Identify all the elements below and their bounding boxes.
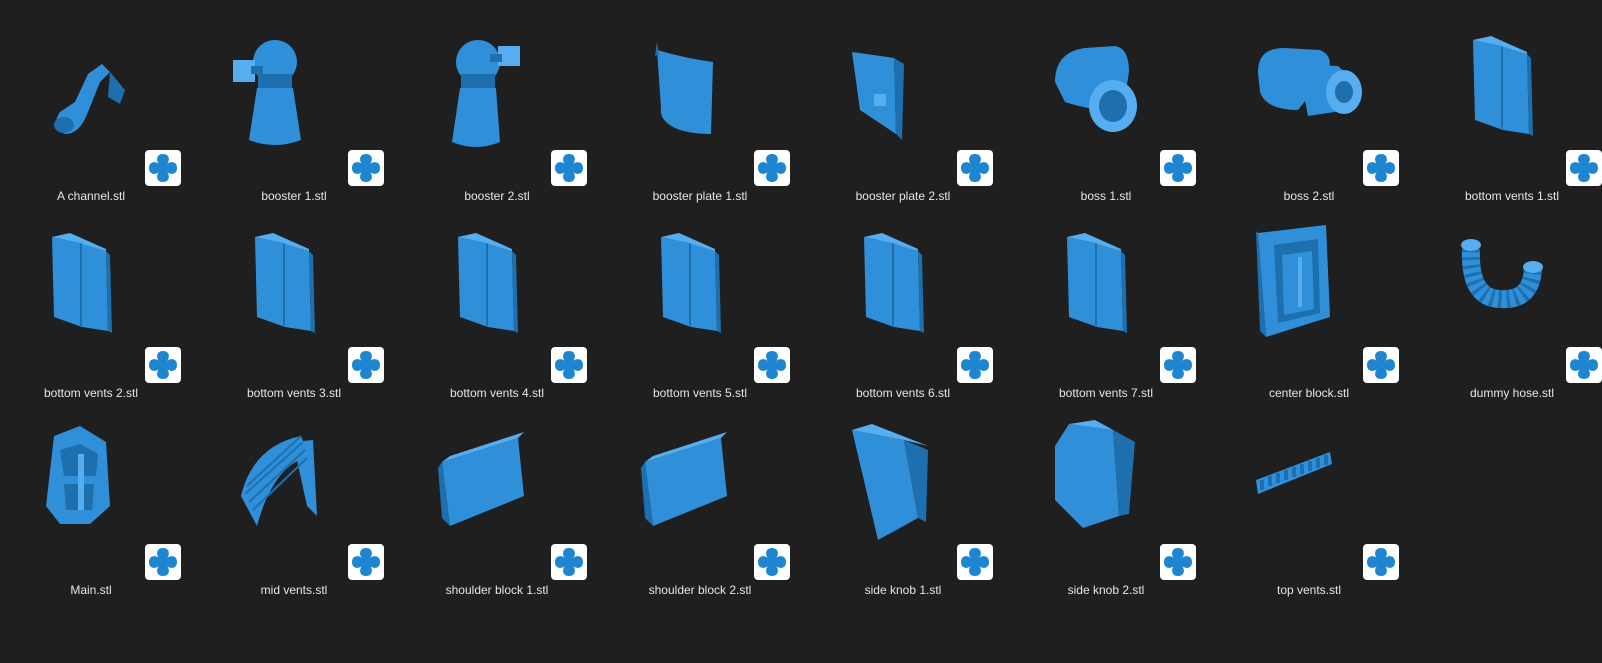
app-clover-icon [551, 150, 587, 186]
file-name: bottom vents 5.stl [652, 386, 748, 400]
file-item[interactable]: bottom vents 4.stl [426, 209, 598, 400]
model-thumbnail [20, 209, 192, 359]
file-item[interactable]: boss 1.stl [1035, 12, 1207, 203]
app-clover-icon [145, 150, 181, 186]
file-item[interactable]: boss 2.stl [1238, 12, 1410, 203]
file-name: bottom vents 3.stl [246, 386, 342, 400]
model-thumbnail [629, 209, 801, 359]
file-name: booster 2.stl [464, 189, 530, 203]
app-clover-icon [1160, 347, 1196, 383]
model-thumbnail [1035, 12, 1207, 162]
model-thumbnail [426, 209, 598, 359]
file-item[interactable]: bottom vents 7.stl [1035, 209, 1207, 400]
file-item[interactable]: booster plate 2.stl [832, 12, 1004, 203]
model-thumbnail [1441, 12, 1602, 162]
app-clover-icon [957, 150, 993, 186]
app-clover-icon [1160, 544, 1196, 580]
model-thumbnail [1238, 12, 1410, 162]
file-name: top vents.stl [1276, 583, 1342, 597]
file-item[interactable]: center block.stl [1238, 209, 1410, 400]
file-name: bottom vents 2.stl [43, 386, 139, 400]
app-clover-icon [1566, 150, 1602, 186]
file-item[interactable]: shoulder block 1.stl [426, 406, 598, 597]
model-thumbnail [426, 12, 598, 162]
file-item[interactable]: bottom vents 3.stl [223, 209, 395, 400]
file-item[interactable]: booster 2.stl [426, 12, 598, 203]
file-item[interactable]: bottom vents 1.stl [1441, 12, 1602, 203]
model-thumbnail [426, 406, 598, 556]
model-thumbnail [1441, 209, 1602, 359]
model-thumbnail [20, 12, 192, 162]
file-name: booster plate 2.stl [855, 189, 951, 203]
file-item[interactable]: booster 1.stl [223, 12, 395, 203]
file-name: boss 2.stl [1283, 189, 1335, 203]
file-name: dummy hose.stl [1469, 386, 1555, 400]
file-grid: A channel.stl booster 1.stl booster 2.st… [0, 0, 1602, 663]
file-name: shoulder block 2.stl [648, 583, 752, 597]
model-thumbnail [223, 406, 395, 556]
app-clover-icon [1363, 544, 1399, 580]
app-clover-icon [1160, 150, 1196, 186]
app-clover-icon [1363, 150, 1399, 186]
model-thumbnail [1035, 209, 1207, 359]
file-item[interactable]: bottom vents 2.stl [20, 209, 192, 400]
file-name: shoulder block 1.stl [445, 583, 549, 597]
app-clover-icon [348, 347, 384, 383]
model-thumbnail [832, 406, 1004, 556]
model-thumbnail [629, 12, 801, 162]
model-thumbnail [223, 209, 395, 359]
file-item[interactable]: bottom vents 5.stl [629, 209, 801, 400]
file-name: Main.stl [70, 583, 112, 597]
app-clover-icon [957, 544, 993, 580]
file-name: bottom vents 6.stl [855, 386, 951, 400]
file-name: bottom vents 1.stl [1464, 189, 1560, 203]
file-item[interactable]: mid vents.stl [223, 406, 395, 597]
file-name: side knob 1.stl [864, 583, 942, 597]
file-item[interactable]: side knob 1.stl [832, 406, 1004, 597]
model-thumbnail [832, 209, 1004, 359]
app-clover-icon [1363, 347, 1399, 383]
model-thumbnail [832, 12, 1004, 162]
app-clover-icon [754, 347, 790, 383]
app-clover-icon [754, 544, 790, 580]
app-clover-icon [145, 544, 181, 580]
app-clover-icon [145, 347, 181, 383]
file-item[interactable]: Main.stl [20, 406, 192, 597]
file-item[interactable]: booster plate 1.stl [629, 12, 801, 203]
file-item[interactable]: bottom vents 6.stl [832, 209, 1004, 400]
file-name: booster plate 1.stl [652, 189, 748, 203]
app-clover-icon [348, 544, 384, 580]
file-name: boss 1.stl [1080, 189, 1132, 203]
app-clover-icon [551, 347, 587, 383]
file-item[interactable]: shoulder block 2.stl [629, 406, 801, 597]
model-thumbnail [1238, 406, 1410, 556]
model-thumbnail [20, 406, 192, 556]
model-thumbnail [629, 406, 801, 556]
file-name: side knob 2.stl [1067, 583, 1145, 597]
file-item[interactable]: dummy hose.stl [1441, 209, 1602, 400]
file-name: mid vents.stl [260, 583, 328, 597]
app-clover-icon [957, 347, 993, 383]
file-name: center block.stl [1268, 386, 1350, 400]
model-thumbnail [223, 12, 395, 162]
file-name: booster 1.stl [261, 189, 327, 203]
file-item[interactable]: top vents.stl [1238, 406, 1410, 597]
app-clover-icon [551, 544, 587, 580]
file-item[interactable]: A channel.stl [20, 12, 192, 203]
file-name: bottom vents 7.stl [1058, 386, 1154, 400]
file-name: A channel.stl [56, 189, 126, 203]
app-clover-icon [1566, 347, 1602, 383]
app-clover-icon [348, 150, 384, 186]
app-clover-icon [754, 150, 790, 186]
file-item[interactable]: side knob 2.stl [1035, 406, 1207, 597]
model-thumbnail [1035, 406, 1207, 556]
model-thumbnail [1238, 209, 1410, 359]
file-name: bottom vents 4.stl [449, 386, 545, 400]
